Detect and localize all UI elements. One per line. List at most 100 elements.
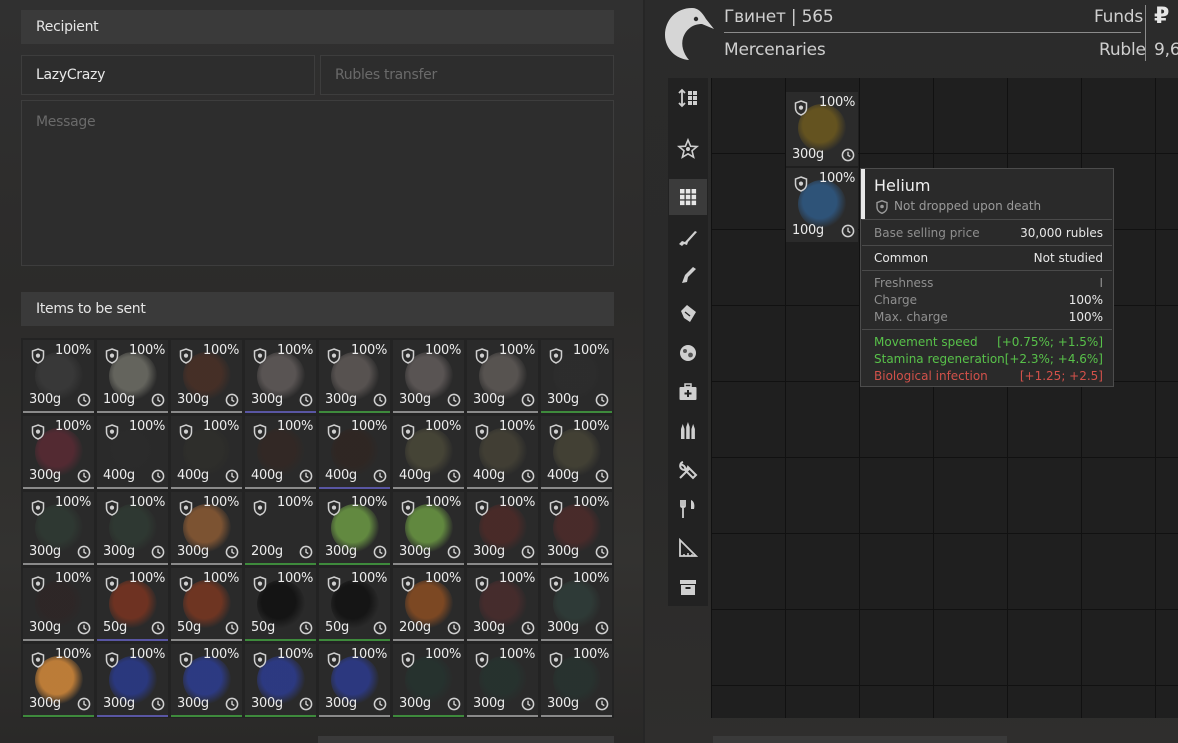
- item-slot[interactable]: 100% 300g: [245, 644, 316, 717]
- item-slot[interactable]: 100% 300g: [23, 492, 94, 565]
- item-slot[interactable]: 100% 400g: [393, 416, 464, 489]
- message-textarea[interactable]: Message: [21, 100, 614, 266]
- item-slot[interactable]: 100% 300g: [541, 644, 612, 717]
- item-slot[interactable]: 100% 300g: [97, 492, 168, 565]
- item-slot[interactable]: 100% 50g: [319, 568, 390, 641]
- category-button[interactable]: [669, 491, 707, 527]
- item-weight: 50g: [177, 620, 201, 635]
- item-slot[interactable]: 100% 300g: [319, 492, 390, 565]
- max-charge-value: 100%: [1068, 310, 1103, 324]
- item-condition: 100%: [499, 571, 535, 586]
- item-slot[interactable]: 100% 300g: [23, 568, 94, 641]
- clock-icon: [595, 393, 609, 407]
- item-slot[interactable]: 100% 100g: [97, 340, 168, 413]
- clock-icon: [225, 393, 239, 407]
- item-slot[interactable]: 100% 300g: [786, 92, 858, 166]
- max-charge-label: Max. charge: [874, 310, 948, 324]
- item-condition: 100%: [573, 571, 609, 586]
- item-slot[interactable]: 100% 300g: [23, 340, 94, 413]
- item-slot[interactable]: 100% 300g: [393, 644, 464, 717]
- item-condition: 100%: [499, 495, 535, 510]
- item-slot[interactable]: 100% 300g: [23, 416, 94, 489]
- shield-icon: [253, 652, 267, 668]
- item-slot[interactable]: 100% 300g: [467, 340, 538, 413]
- item-weight: 300g: [29, 620, 61, 635]
- category-button[interactable]: [669, 530, 707, 566]
- shield-icon: [253, 500, 267, 516]
- stat-label: Movement speed: [874, 335, 978, 349]
- stat-value: [+2.3%; +4.6%]: [1004, 352, 1103, 366]
- item-slot[interactable]: 100% 300g: [319, 644, 390, 717]
- shield-icon: [549, 652, 563, 668]
- item-slot[interactable]: 100% 200g: [393, 568, 464, 641]
- item-slot[interactable]: 100% 300g: [541, 340, 612, 413]
- recipient-username-field[interactable]: LazyCrazy: [21, 55, 315, 95]
- stat-value: [+0.75%; +1.5%]: [997, 335, 1103, 349]
- item-weight: 100g: [792, 223, 824, 238]
- item-condition: 100%: [129, 571, 165, 586]
- shield-icon: [253, 576, 267, 592]
- item-slot[interactable]: 100% 300g: [245, 340, 316, 413]
- item-slot[interactable]: 100% 300g: [171, 492, 242, 565]
- funds-value: 9,6: [1154, 40, 1178, 60]
- item-weight: 300g: [399, 696, 431, 711]
- all-items-grid-icon: [680, 189, 697, 206]
- item-weight: 400g: [399, 468, 431, 483]
- item-slot[interactable]: 100% 100g: [786, 168, 858, 242]
- shield-icon: [179, 348, 193, 364]
- clock-icon: [151, 545, 165, 559]
- item-slot[interactable]: 100% 300g: [171, 340, 242, 413]
- item-slot[interactable]: 100% 300g: [23, 644, 94, 717]
- item-slot[interactable]: 100% 400g: [97, 416, 168, 489]
- item-slot[interactable]: 100% 400g: [319, 416, 390, 489]
- item-slot[interactable]: 100% 200g: [245, 492, 316, 565]
- favorite-star-icon: [676, 137, 700, 159]
- category-button[interactable]: [669, 452, 707, 488]
- item-weight: 300g: [251, 392, 283, 407]
- category-button[interactable]: [669, 257, 707, 293]
- item-weight: 50g: [251, 620, 275, 635]
- item-slot[interactable]: 100% 300g: [393, 340, 464, 413]
- rubles-transfer-input[interactable]: Rubles transfer: [320, 55, 614, 95]
- item-slot[interactable]: 100% 300g: [467, 568, 538, 641]
- item-slot[interactable]: 100% 400g: [245, 416, 316, 489]
- shield-icon: [253, 424, 267, 440]
- clock-icon: [225, 697, 239, 711]
- item-slot[interactable]: 100% 50g: [171, 568, 242, 641]
- item-slot[interactable]: 100% 300g: [97, 644, 168, 717]
- category-button[interactable]: [669, 569, 707, 605]
- shield-icon: [105, 652, 119, 668]
- item-slot[interactable]: 100% 400g: [541, 416, 612, 489]
- shield-icon: [475, 424, 489, 440]
- shield-icon: [179, 576, 193, 592]
- item-slot[interactable]: 100% 50g: [245, 568, 316, 641]
- item-slot[interactable]: 100% 300g: [467, 492, 538, 565]
- category-button[interactable]: [669, 296, 707, 332]
- tooltip-separator: [862, 245, 1112, 246]
- item-slot[interactable]: 100% 300g: [541, 568, 612, 641]
- item-slot[interactable]: 100% 400g: [171, 416, 242, 489]
- item-slot[interactable]: 100% 300g: [393, 492, 464, 565]
- category-button[interactable]: [669, 219, 707, 255]
- item-weight: 300g: [29, 544, 61, 559]
- shield-icon: [105, 576, 119, 592]
- category-button[interactable]: [669, 335, 707, 371]
- category-button[interactable]: [669, 131, 707, 167]
- tooltip-separator: [862, 329, 1112, 330]
- tooltip-stat-row: Biological infection [+1.25; +2.5]: [874, 369, 1103, 385]
- category-button[interactable]: [669, 374, 707, 410]
- item-slot[interactable]: 100% 300g: [541, 492, 612, 565]
- item-slot[interactable]: 100% 50g: [97, 568, 168, 641]
- tooltip-base-price-row: Base selling price 30,000 rubles: [874, 226, 1103, 242]
- item-slot[interactable]: 100% 400g: [467, 416, 538, 489]
- clock-icon: [841, 148, 855, 162]
- category-button[interactable]: [669, 80, 707, 116]
- item-condition: 100%: [499, 343, 535, 358]
- player-faction: Mercenaries: [724, 40, 826, 60]
- item-slot[interactable]: 100% 300g: [467, 644, 538, 717]
- item-slot[interactable]: 100% 300g: [319, 340, 390, 413]
- category-button[interactable]: [669, 179, 707, 215]
- item-slot[interactable]: 100% 300g: [171, 644, 242, 717]
- category-button[interactable]: [669, 413, 707, 449]
- clock-icon: [447, 545, 461, 559]
